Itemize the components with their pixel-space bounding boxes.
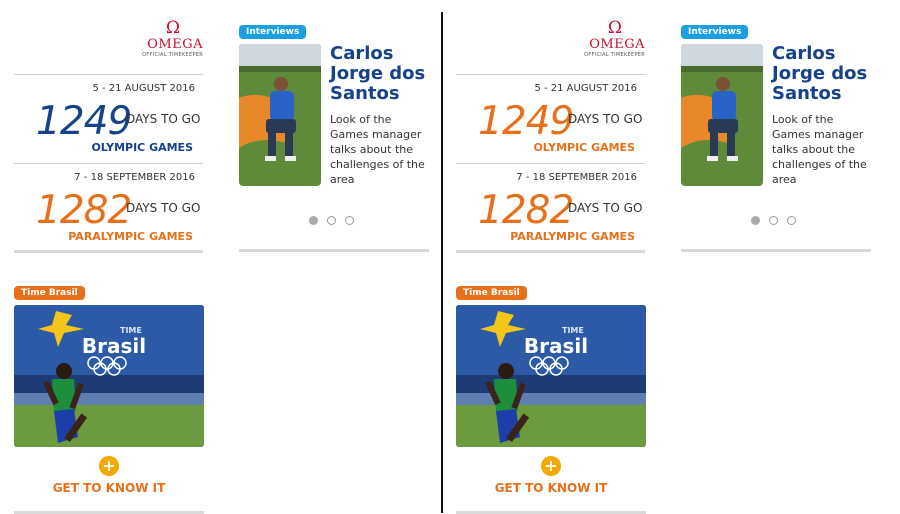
olympic-days-label: DAYS TO GO xyxy=(568,112,643,126)
svg-text:Brasil: Brasil xyxy=(82,334,146,358)
carousel-dot-1[interactable] xyxy=(309,216,318,225)
olympic-countdown: 5 - 21 AUGUST 2016 1249 DAYS TO GO OLYMP… xyxy=(456,75,645,164)
plus-icon[interactable]: + xyxy=(541,456,561,476)
interviews-badge[interactable]: Interviews xyxy=(681,25,749,39)
interview-description: Look of the Games manager talks about th… xyxy=(772,113,867,186)
olympic-games-link[interactable]: OLYMPIC GAMES xyxy=(91,141,193,154)
interview-description: Look of the Games manager talks about th… xyxy=(330,113,425,186)
interviews-badge[interactable]: Interviews xyxy=(239,25,307,39)
time-brasil-card[interactable]: Time Brasil TIME Brasil + GET TO KNOW IT xyxy=(14,286,204,514)
olympic-days-count: 1249 xyxy=(478,99,574,144)
omega-brand: OMEGA xyxy=(589,37,645,52)
panel-left: Ω OMEGA OFFICIAL TIMEKEEPER 5 - 21 AUGUS… xyxy=(0,0,442,514)
time-brasil-badge[interactable]: Time Brasil xyxy=(14,286,85,300)
olympic-dates: 5 - 21 AUGUST 2016 xyxy=(534,83,637,94)
time-brasil-image[interactable]: TIME Brasil xyxy=(456,305,646,447)
paralympic-countdown: 7 - 18 SEPTEMBER 2016 1282 DAYS TO GO PA… xyxy=(14,164,203,253)
plus-icon[interactable]: + xyxy=(99,456,119,476)
paralympic-days-count: 1282 xyxy=(36,188,132,233)
countdown-widget: Ω OMEGA OFFICIAL TIMEKEEPER 5 - 21 AUGUS… xyxy=(456,14,645,253)
paralympic-games-link[interactable]: PARALYMPIC GAMES xyxy=(510,230,635,243)
omega-logo[interactable]: Ω OMEGA OFFICIAL TIMEKEEPER xyxy=(14,20,203,75)
omega-tagline: OFFICIAL TIMEKEEPER xyxy=(142,52,203,58)
paralympic-games-link[interactable]: PARALYMPIC GAMES xyxy=(68,230,193,243)
olympic-days-label: DAYS TO GO xyxy=(126,112,201,126)
omega-brand: OMEGA xyxy=(147,37,203,52)
carousel-dots xyxy=(751,210,805,229)
svg-text:Brasil: Brasil xyxy=(524,334,588,358)
carousel-dots xyxy=(309,210,363,229)
time-brasil-card[interactable]: Time Brasil TIME Brasil + GET TO KNOW IT xyxy=(456,286,646,514)
olympic-games-link[interactable]: OLYMPIC GAMES xyxy=(533,141,635,154)
omega-symbol-icon: Ω xyxy=(607,18,622,38)
carousel-dot-1[interactable] xyxy=(751,216,760,225)
interviewee-name[interactable]: Carlos Jorge dos Santos xyxy=(772,44,872,104)
interview-card[interactable]: Interviews Carlos Jorge dos Santos Look … xyxy=(681,25,871,252)
paralympic-days-label: DAYS TO GO xyxy=(126,201,201,215)
omega-symbol-icon: Ω xyxy=(165,18,180,38)
carousel-dot-3[interactable] xyxy=(787,216,796,225)
paralympic-dates: 7 - 18 SEPTEMBER 2016 xyxy=(516,172,637,183)
paralympic-days-count: 1282 xyxy=(478,188,574,233)
interviewee-name[interactable]: Carlos Jorge dos Santos xyxy=(330,44,430,104)
olympic-dates: 5 - 21 AUGUST 2016 xyxy=(92,83,195,94)
carousel-dot-2[interactable] xyxy=(327,216,336,225)
interview-photo[interactable] xyxy=(239,44,321,186)
interview-photo[interactable] xyxy=(681,44,763,186)
time-brasil-badge[interactable]: Time Brasil xyxy=(456,286,527,300)
omega-logo[interactable]: Ω OMEGA OFFICIAL TIMEKEEPER xyxy=(456,20,645,75)
countdown-widget: Ω OMEGA OFFICIAL TIMEKEEPER 5 - 21 AUGUS… xyxy=(14,14,203,253)
panel-right: Ω OMEGA OFFICIAL TIMEKEEPER 5 - 21 AUGUS… xyxy=(442,0,884,514)
paralympic-dates: 7 - 18 SEPTEMBER 2016 xyxy=(74,172,195,183)
paralympic-countdown: 7 - 18 SEPTEMBER 2016 1282 DAYS TO GO PA… xyxy=(456,164,645,253)
interview-card[interactable]: Interviews Carlos Jorge dos Santos Look … xyxy=(239,25,429,252)
olympic-countdown: 5 - 21 AUGUST 2016 1249 DAYS TO GO OLYMP… xyxy=(14,75,203,164)
olympic-days-count: 1249 xyxy=(36,99,132,144)
get-to-know-it-link[interactable]: GET TO KNOW IT xyxy=(14,481,204,495)
get-to-know-it-link[interactable]: GET TO KNOW IT xyxy=(456,481,646,495)
time-brasil-image[interactable]: TIME Brasil xyxy=(14,305,204,447)
omega-tagline: OFFICIAL TIMEKEEPER xyxy=(584,52,645,58)
carousel-dot-3[interactable] xyxy=(345,216,354,225)
carousel-dot-2[interactable] xyxy=(769,216,778,225)
paralympic-days-label: DAYS TO GO xyxy=(568,201,643,215)
